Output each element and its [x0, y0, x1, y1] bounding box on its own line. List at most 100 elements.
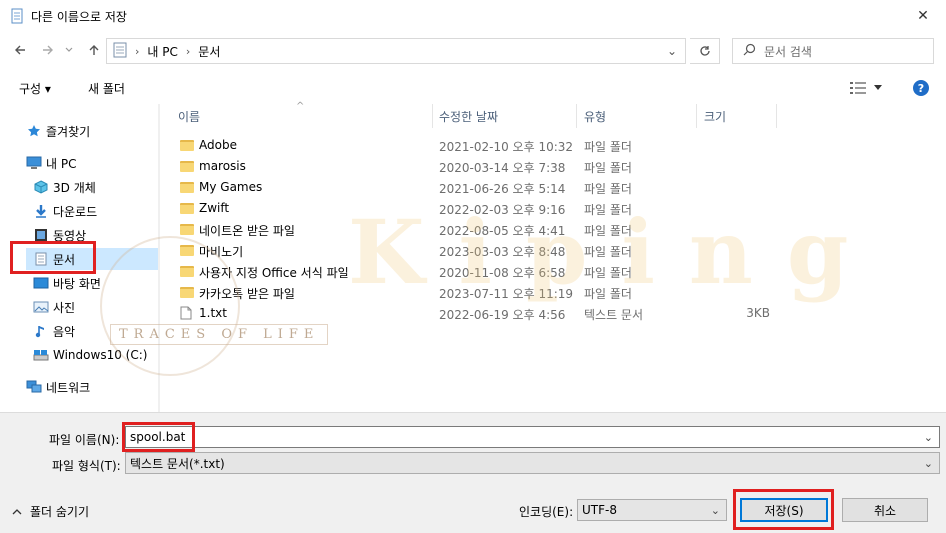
file-row[interactable]: 마비노기 2023-03-03 오후 8:48 파일 폴더	[174, 240, 774, 261]
network-icon	[26, 379, 42, 395]
folder-icon	[180, 138, 194, 152]
column-separator[interactable]	[432, 104, 433, 128]
sidebar-item-downloads[interactable]: 다운로드	[33, 200, 97, 222]
file-row[interactable]: Zwift 2022-02-03 오후 9:16 파일 폴더	[174, 198, 774, 219]
column-separator[interactable]	[576, 104, 577, 128]
sidebar-item-label: 내 PC	[46, 156, 77, 171]
sidebar-item-label: 3D 개체	[53, 180, 96, 195]
file-row[interactable]: 사용자 지정 Office 서식 파일 2020-11-08 오후 6:58 파…	[174, 261, 774, 282]
breadcrumb-this-pc[interactable]: 내 PC	[147, 43, 177, 60]
sidebar-item-music[interactable]: 음악	[33, 320, 75, 342]
sidebar-item-network[interactable]: 네트워크	[26, 376, 90, 398]
refresh-icon	[699, 46, 710, 56]
sidebar-item-videos[interactable]: 동영상	[33, 224, 86, 246]
chevron-down-icon[interactable]: ⌄	[924, 431, 933, 444]
address-bar[interactable]: › 내 PC › 문서 ⌄	[106, 38, 686, 64]
picture-icon	[33, 299, 49, 315]
file-type: 파일 폴더	[584, 287, 632, 301]
encoding-select[interactable]: UTF-8 ⌄	[577, 499, 727, 521]
cancel-button[interactable]: 취소	[842, 498, 928, 522]
file-type: 텍스트 문서	[584, 308, 644, 322]
window-title: 다른 이름으로 저장	[31, 9, 127, 24]
view-options-button[interactable]	[850, 82, 882, 94]
title-bar: 다른 이름으로 저장 ✕	[0, 0, 946, 32]
chevron-down-icon	[65, 47, 73, 52]
sidebar-item-this-pc[interactable]: 내 PC	[26, 152, 76, 174]
folder-icon	[180, 180, 194, 194]
file-modified: 2022-06-19 오후 4:56	[439, 308, 566, 322]
column-header-label: 이름	[178, 109, 201, 124]
desktop-icon	[33, 275, 49, 291]
arrow-up-icon	[89, 45, 99, 55]
column-header-type[interactable]: 유형	[584, 104, 694, 128]
save-button-label: 저장(S)	[764, 503, 804, 518]
file-modified: 2022-02-03 오후 9:16	[439, 203, 566, 217]
file-row[interactable]: 네이트온 받은 파일 2022-08-05 오후 4:41 파일 폴더	[174, 219, 774, 240]
column-header-name[interactable]: 이름	[178, 104, 428, 128]
caret-down-icon	[874, 85, 882, 90]
hide-folders-button[interactable]: 폴더 숨기기	[12, 503, 89, 520]
new-folder-button[interactable]: 새 폴더	[88, 80, 125, 97]
sidebar-item-drive-c[interactable]: Windows10 (C:)	[33, 344, 147, 366]
file-row[interactable]: My Games 2021-06-26 오후 5:14 파일 폴더	[174, 177, 774, 198]
sidebar-item-3d-objects[interactable]: 3D 개체	[33, 176, 96, 198]
file-row[interactable]: marosis 2020-03-14 오후 7:38 파일 폴더	[174, 156, 774, 177]
folder-icon	[180, 159, 194, 173]
sidebar-item-desktop[interactable]: 바탕 화면	[33, 272, 101, 294]
sidebar-item-label: 바탕 화면	[53, 276, 101, 291]
folder-icon	[180, 264, 194, 278]
filetype-select[interactable]: 텍스트 문서(*.txt) ⌄	[125, 452, 940, 474]
column-header-label: 유형	[584, 109, 607, 124]
filename-input[interactable]: spool.bat	[130, 430, 185, 444]
filetype-label: 파일 형식(T):	[52, 459, 121, 473]
column-separator[interactable]	[696, 104, 697, 128]
refresh-button[interactable]	[690, 38, 720, 64]
file-row[interactable]: 카카오톡 받은 파일 2023-07-11 오후 11:19 파일 폴더	[174, 282, 774, 303]
sidebar-item-label: 음악	[53, 324, 76, 339]
file-modified: 2021-06-26 오후 5:14	[439, 182, 566, 196]
folder-icon	[180, 285, 194, 299]
save-button[interactable]: 저장(S)	[740, 498, 828, 522]
sidebar-item-label: 사진	[53, 300, 76, 315]
chevron-down-icon: ⌄	[710, 504, 720, 517]
search-box[interactable]: 문서 검색	[732, 38, 934, 64]
breadcrumb-documents[interactable]: 문서	[198, 43, 220, 60]
encoding-label: 인코딩(E):	[519, 505, 574, 519]
file-modified: 2020-11-08 오후 6:58	[439, 266, 566, 280]
back-button[interactable]	[10, 40, 30, 60]
column-header-modified[interactable]: 수정한 날짜	[439, 104, 579, 128]
filename-field[interactable]: spool.bat ⌄	[125, 426, 940, 448]
help-icon: ?	[917, 81, 925, 95]
file-type: 파일 폴더	[584, 245, 632, 259]
organize-button[interactable]: 구성 ▾	[19, 80, 51, 97]
column-separator[interactable]	[776, 104, 777, 128]
navigation-pane: 즐겨찾기 내 PC 3D 개체 다운로드 동영상 문서 바탕 화면 사진 음악 …	[0, 104, 160, 412]
save-form: 파일 이름(N): spool.bat ⌄ 파일 형식(T): 텍스트 문서(*…	[0, 412, 946, 533]
recent-locations-button[interactable]	[62, 40, 76, 60]
arrow-left-icon	[15, 45, 25, 55]
up-button[interactable]	[84, 40, 104, 60]
file-name: 마비노기	[199, 245, 244, 259]
drive-icon	[33, 347, 49, 363]
file-modified: 2022-08-05 오후 4:41	[439, 224, 566, 238]
navigation-bar: › 내 PC › 문서 ⌄ 문서 검색	[0, 34, 946, 68]
file-name: marosis	[199, 159, 246, 173]
help-button[interactable]: ?	[913, 80, 929, 96]
file-row[interactable]: 1.txt 2022-06-19 오후 4:56 텍스트 문서 3KB	[174, 303, 774, 324]
sidebar-item-documents[interactable]: 문서	[26, 248, 158, 270]
sidebar-item-quick-access[interactable]: 즐겨찾기	[26, 120, 90, 142]
text-file-icon	[180, 306, 194, 320]
folder-icon	[180, 243, 194, 257]
file-name: Zwift	[199, 201, 230, 215]
document-icon	[33, 251, 49, 267]
file-row[interactable]: Adobe 2021-02-10 오후 10:32 파일 폴더	[174, 135, 774, 156]
sidebar-item-pictures[interactable]: 사진	[33, 296, 75, 318]
chevron-down-icon[interactable]: ⌄	[667, 44, 677, 58]
file-type: 파일 폴더	[584, 266, 632, 280]
music-icon	[33, 323, 49, 339]
close-button[interactable]: ✕	[900, 0, 946, 32]
column-header-size[interactable]: 크기	[704, 104, 774, 128]
forward-button[interactable]	[38, 40, 58, 60]
sidebar-item-label: Windows10 (C:)	[53, 348, 148, 362]
search-input[interactable]: 문서 검색	[764, 43, 812, 60]
